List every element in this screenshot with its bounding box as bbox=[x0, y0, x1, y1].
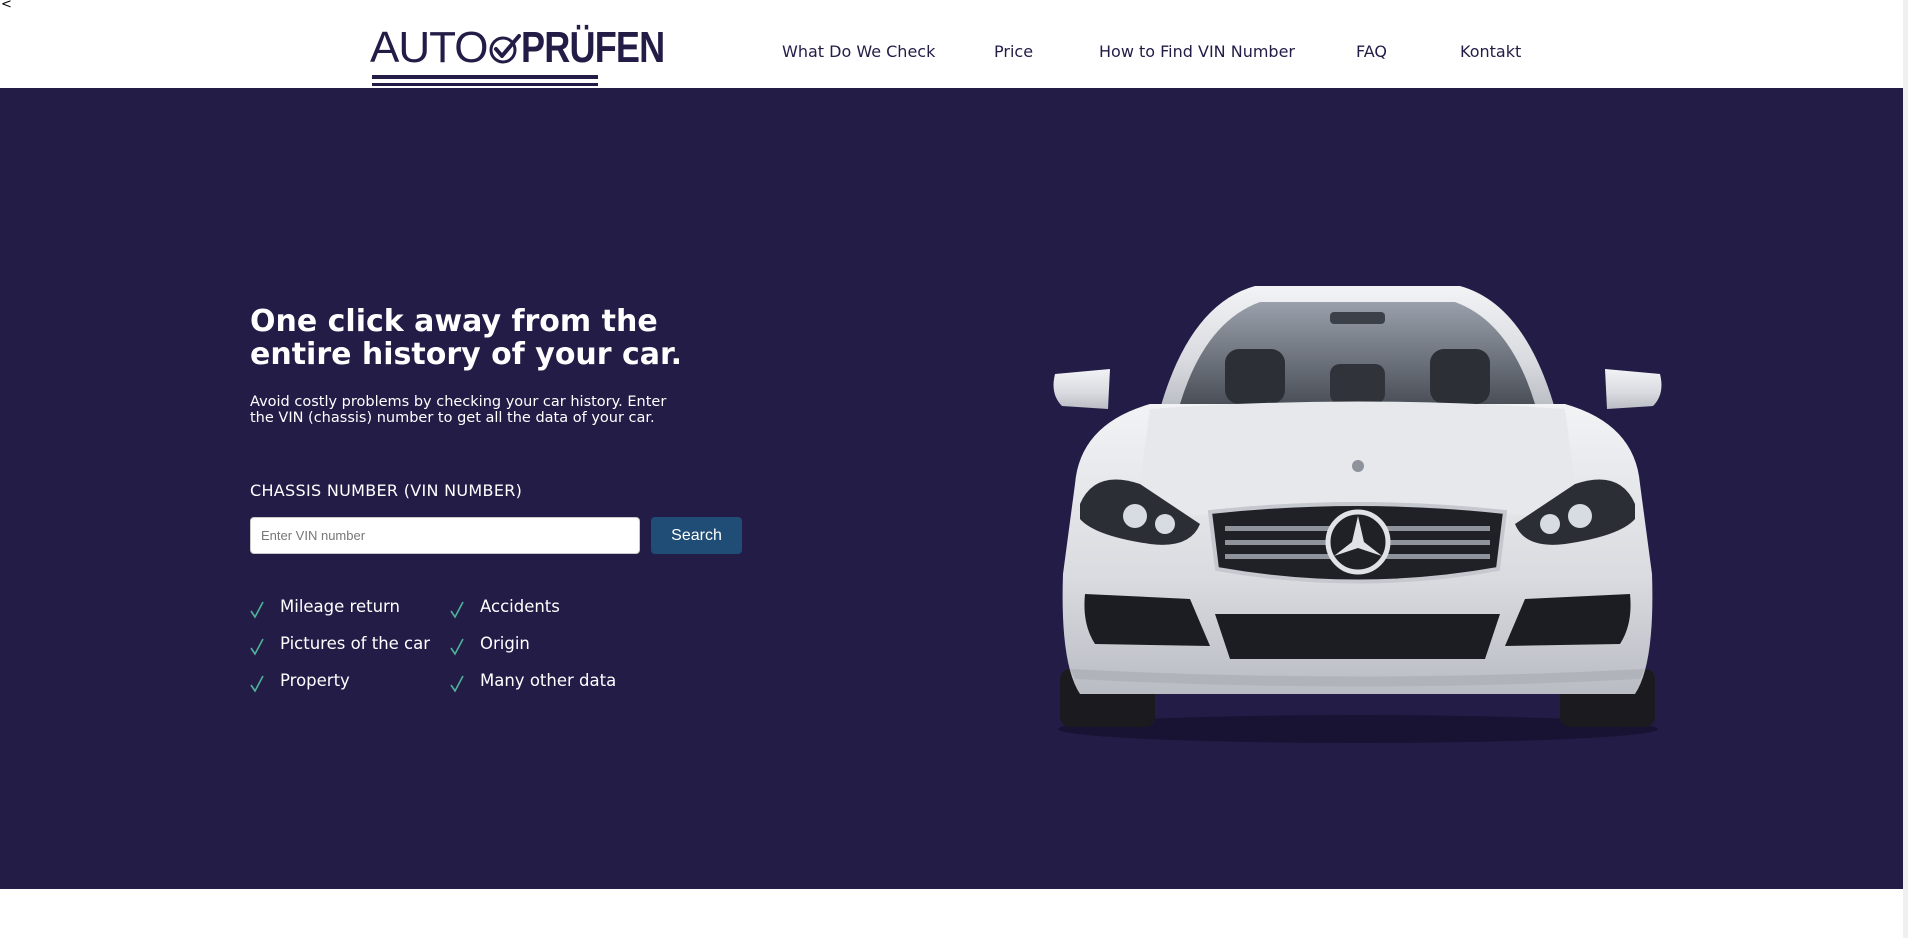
feature-label: Property bbox=[280, 671, 350, 690]
checkmark-icon bbox=[250, 601, 264, 619]
page-scrollbar[interactable] bbox=[1903, 0, 1908, 938]
main-navigation: What Do We Check Price How to Find VIN N… bbox=[0, 40, 1903, 64]
checkmark-icon bbox=[250, 675, 264, 693]
stray-character: < bbox=[1, 0, 12, 12]
nav-kontakt[interactable]: Kontakt bbox=[1460, 40, 1521, 64]
hero-title: One click away from the entire history o… bbox=[250, 304, 682, 372]
car-image bbox=[1053, 286, 1662, 743]
next-section-top bbox=[0, 889, 1903, 938]
vin-input[interactable] bbox=[250, 517, 640, 554]
nav-faq[interactable]: FAQ bbox=[1356, 40, 1387, 64]
checkmark-icon bbox=[250, 638, 264, 656]
nav-what-do-we-check[interactable]: What Do We Check bbox=[782, 40, 935, 64]
logo-underline-secondary bbox=[372, 83, 598, 86]
hero-section: One click away from the entire history o… bbox=[0, 88, 1903, 889]
hero-subtitle: Avoid costly problems by checking your c… bbox=[250, 394, 667, 426]
feature-label: Origin bbox=[480, 634, 530, 653]
feature-label: Mileage return bbox=[280, 597, 400, 616]
checkmark-icon bbox=[450, 601, 464, 619]
checkmark-icon bbox=[450, 675, 464, 693]
checkmark-icon bbox=[450, 638, 464, 656]
nav-price[interactable]: Price bbox=[994, 40, 1033, 64]
vin-label: CHASSIS NUMBER (VIN NUMBER) bbox=[250, 481, 523, 500]
feature-label: Many other data bbox=[480, 671, 617, 690]
site-header: AUTO PRÜFEN What Do We Check Price How t… bbox=[0, 12, 1903, 88]
logo-underline bbox=[372, 75, 598, 79]
search-button[interactable]: Search bbox=[651, 517, 742, 554]
feature-label: Accidents bbox=[480, 597, 560, 616]
feature-label: Pictures of the car bbox=[280, 634, 431, 653]
nav-how-to-find-vin[interactable]: How to Find VIN Number bbox=[1099, 40, 1295, 64]
